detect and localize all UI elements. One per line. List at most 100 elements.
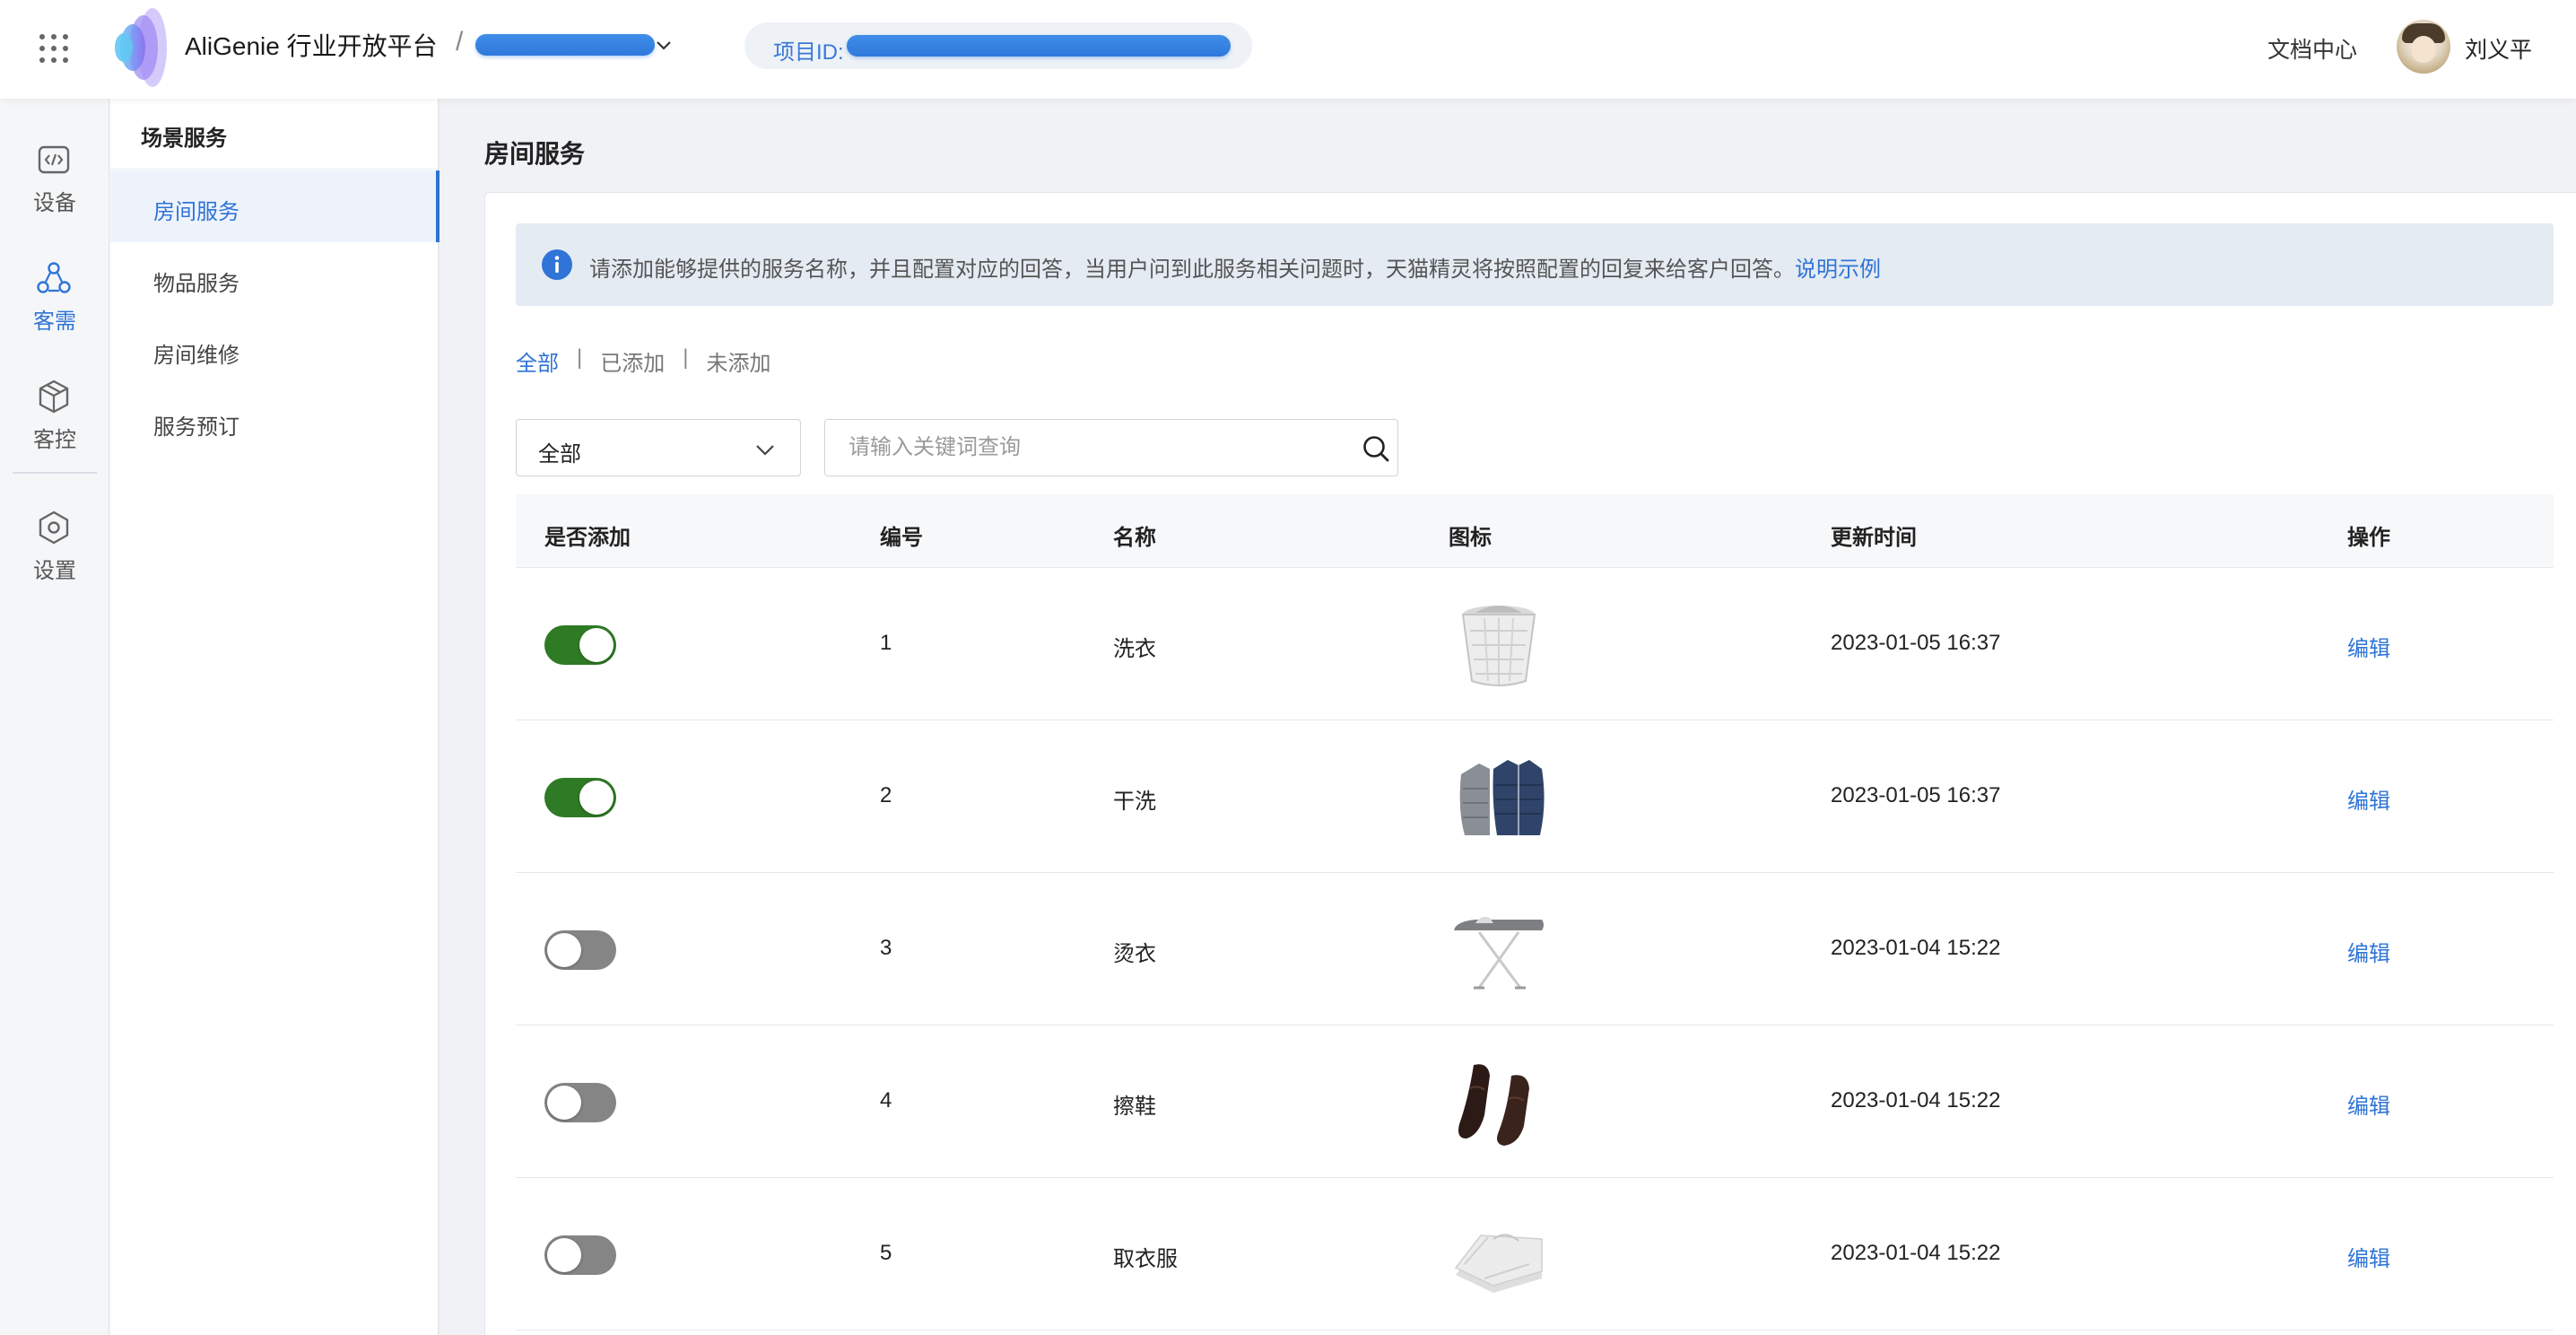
row-number: 2 <box>880 783 892 807</box>
column-header-action: 操作 <box>2347 526 2390 550</box>
notice-example-link[interactable]: 说明示例 <box>1795 257 1881 282</box>
chevron-down-icon <box>657 41 671 50</box>
filter-tabs: 全部 | 已添加 | 未添加 <box>516 345 770 377</box>
subnav-item-service-booking[interactable]: 服务预订 <box>110 386 438 458</box>
column-header-name: 名称 <box>1113 526 1156 550</box>
row-name: 烫衣 <box>1113 942 1156 966</box>
down-jacket-icon <box>1459 760 1545 835</box>
row-number: 3 <box>880 936 892 960</box>
tab-separator: | <box>683 345 689 370</box>
search-icon[interactable] <box>1360 432 1392 465</box>
laundry-basket-icon <box>1461 606 1536 686</box>
row-number: 4 <box>880 1088 892 1112</box>
edit-link[interactable]: 编辑 <box>2347 783 2390 815</box>
row-number: 5 <box>880 1241 892 1265</box>
chevron-down-icon <box>756 445 774 456</box>
brand-title: AliGenie 行业开放平台 <box>185 32 438 60</box>
folded-clothes-icon <box>1454 1234 1543 1293</box>
rail-item-label: 设置 <box>33 559 76 583</box>
breadcrumb-separator: / <box>456 27 464 57</box>
user-name[interactable]: 刘义平 <box>2465 32 2532 65</box>
tab-added[interactable]: 已添加 <box>600 345 665 377</box>
added-toggle[interactable] <box>544 1235 616 1275</box>
rail-item-guest-control[interactable]: 客控 <box>0 371 109 470</box>
cube-icon <box>39 380 69 414</box>
project-id-label: 项目ID: <box>773 40 844 65</box>
notice-text: 请添加能够提供的服务名称，并且配置对应的回答，当用户问到此服务相关问题时，天猫精… <box>589 257 1795 282</box>
column-header-added: 是否添加 <box>544 526 631 550</box>
search-input[interactable] <box>825 420 1345 476</box>
project-id-badge: 项目ID: <box>744 22 1252 69</box>
added-toggle[interactable] <box>544 778 616 817</box>
info-notice: 请添加能够提供的服务名称，并且配置对应的回答，当用户问到此服务相关问题时，天猫精… <box>516 223 2554 306</box>
column-header-updated: 更新时间 <box>1831 526 1917 550</box>
rail-item-label: 设备 <box>33 191 76 215</box>
subnav-item-label: 服务预订 <box>153 415 239 440</box>
ironing-board-icon <box>1454 916 1544 990</box>
leather-shoes-icon <box>1458 1064 1529 1146</box>
divider <box>110 169 438 170</box>
rail-divider <box>13 472 97 474</box>
added-toggle[interactable] <box>544 1083 616 1122</box>
content-card: 请添加能够提供的服务名称，并且配置对应的回答，当用户问到此服务相关问题时，天猫精… <box>484 192 2576 1335</box>
tab-separator: | <box>577 345 583 370</box>
category-select[interactable]: 全部 <box>516 419 801 476</box>
tab-not-added[interactable]: 未添加 <box>706 345 770 377</box>
subnav-item-label: 物品服务 <box>153 272 239 296</box>
subnav-item-room-repair[interactable]: 房间维修 <box>110 314 438 386</box>
rail-item-settings[interactable]: 设置 <box>0 502 109 601</box>
table-row: 2 干洗 2023-01-05 16:37 编辑 <box>516 720 2554 873</box>
row-name: 干洗 <box>1113 790 1156 814</box>
edit-link[interactable]: 编辑 <box>2347 1088 2390 1120</box>
edit-link[interactable]: 编辑 <box>2347 936 2390 967</box>
added-toggle[interactable] <box>544 625 616 665</box>
secondary-sidebar: 场景服务 房间服务 物品服务 房间维修 服务预订 <box>110 99 439 1335</box>
row-updated-time: 2023-01-05 16:37 <box>1831 631 2001 655</box>
edit-link[interactable]: 编辑 <box>2347 631 2390 662</box>
nodes-icon <box>37 262 71 293</box>
search-box <box>824 419 1398 476</box>
column-header-icon: 图标 <box>1449 526 1492 550</box>
subnav-section-title: 场景服务 <box>141 127 227 151</box>
subnav-item-item-service[interactable]: 物品服务 <box>110 242 438 314</box>
row-number: 1 <box>880 631 892 655</box>
row-updated-time: 2023-01-04 15:22 <box>1831 1241 2001 1265</box>
top-bar: AliGenie 行业开放平台 / 项目ID: 文档中心 刘义平 <box>0 0 2576 99</box>
table-row: 1 洗衣 2023-01-05 16:37 编辑 <box>516 568 2554 720</box>
added-toggle[interactable] <box>544 930 616 970</box>
subnav-item-label: 房间维修 <box>153 344 239 368</box>
row-name: 洗衣 <box>1113 637 1156 661</box>
rail-item-guest-needs[interactable]: 客需 <box>0 253 109 352</box>
info-icon <box>542 249 572 280</box>
icon-rail: 设备 客需 客控 设置 <box>0 99 109 1335</box>
rail-item-device[interactable]: 设备 <box>0 135 109 233</box>
project-selector[interactable] <box>475 31 673 63</box>
rail-item-label: 客控 <box>33 428 76 452</box>
app-grid-icon[interactable] <box>39 34 68 63</box>
page-title: 房间服务 <box>484 140 586 168</box>
code-icon <box>38 145 70 174</box>
table-row: 5 取衣服 2023-01-04 15:22 编辑 <box>516 1178 2554 1331</box>
row-name: 擦鞋 <box>1113 1095 1156 1119</box>
avatar[interactable] <box>2397 20 2450 74</box>
rail-item-label: 客需 <box>33 310 76 334</box>
redacted-project-name <box>475 34 655 56</box>
tab-all[interactable]: 全部 <box>516 345 559 377</box>
table-row: 3 烫衣 2023-01-04 15:22 编辑 <box>516 873 2554 1025</box>
row-updated-time: 2023-01-04 15:22 <box>1831 936 2001 960</box>
category-select-value: 全部 <box>538 442 581 467</box>
aligenie-logo-icon <box>115 8 167 87</box>
redacted-project-id <box>847 35 1231 57</box>
subnav-item-room-service[interactable]: 房间服务 <box>110 170 439 242</box>
row-name: 取衣服 <box>1113 1247 1178 1271</box>
table-row: 4 擦鞋 2023-01-04 15:22 编辑 <box>516 1025 2554 1178</box>
edit-link[interactable]: 编辑 <box>2347 1241 2390 1272</box>
subnav-item-label: 房间服务 <box>153 200 239 224</box>
docs-center-link[interactable]: 文档中心 <box>2267 32 2357 65</box>
table-header: 是否添加 编号 名称 图标 更新时间 操作 <box>516 494 2554 568</box>
notice-message: 请添加能够提供的服务名称，并且配置对应的回答，当用户问到此服务相关问题时，天猫精… <box>589 251 1881 283</box>
row-updated-time: 2023-01-04 15:22 <box>1831 1088 2001 1112</box>
row-updated-time: 2023-01-05 16:37 <box>1831 783 2001 807</box>
column-header-number: 编号 <box>880 526 923 550</box>
hexagon-gear-icon <box>39 510 69 545</box>
